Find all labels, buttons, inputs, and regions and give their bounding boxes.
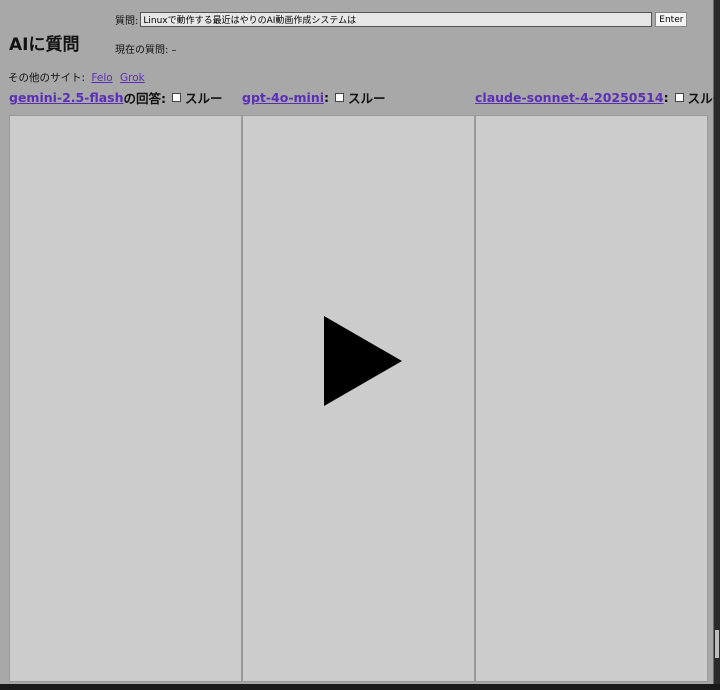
column-header-gpt: gpt-4o-mini : スルー xyxy=(242,88,386,107)
question-label: 質問: xyxy=(115,16,139,27)
link-felo[interactable]: Felo xyxy=(91,72,112,84)
answer-pane-claude[interactable] xyxy=(475,115,708,682)
play-icon[interactable] xyxy=(324,316,402,406)
column-suffix: : xyxy=(663,90,669,105)
window-edge xyxy=(714,0,720,690)
skip-checkbox-gemini[interactable] xyxy=(171,93,181,102)
skip-checkbox-gpt[interactable] xyxy=(335,93,345,102)
model-link-gpt[interactable]: gpt-4o-mini xyxy=(242,90,324,105)
link-grok[interactable]: Grok xyxy=(120,72,145,84)
model-link-claude[interactable]: claude-sonnet-4-20250514 xyxy=(475,90,664,105)
other-sites-label: その他のサイト: xyxy=(8,72,86,84)
scrollbar-handle[interactable] xyxy=(715,630,719,658)
column-header-gemini: gemini-2.5-flash の回答: スルー xyxy=(9,88,223,107)
model-link-gemini[interactable]: gemini-2.5-flash xyxy=(9,90,123,105)
other-sites: その他のサイト: Felo Grok xyxy=(8,70,146,85)
column-suffix: の回答: xyxy=(123,91,166,106)
question-row: 質問: Enter xyxy=(115,12,688,27)
column-suffix: : xyxy=(324,90,330,105)
window-bottom-edge xyxy=(0,684,720,690)
skip-label: スルー xyxy=(184,91,223,106)
page-title: AIに質問 xyxy=(9,35,80,55)
question-input[interactable] xyxy=(140,12,653,27)
answer-pane-gemini[interactable] xyxy=(9,115,242,682)
app-window: AIに質問 質問: Enter 現在の質問: – その他のサイト: Felo G… xyxy=(0,0,720,684)
enter-button[interactable]: Enter xyxy=(655,12,688,27)
skip-checkbox-claude[interactable] xyxy=(674,93,684,102)
current-question: 現在の質問: – xyxy=(115,45,177,56)
skip-label: スルー xyxy=(348,91,386,106)
column-header-claude: claude-sonnet-4-20250514 : スルー xyxy=(475,88,720,107)
